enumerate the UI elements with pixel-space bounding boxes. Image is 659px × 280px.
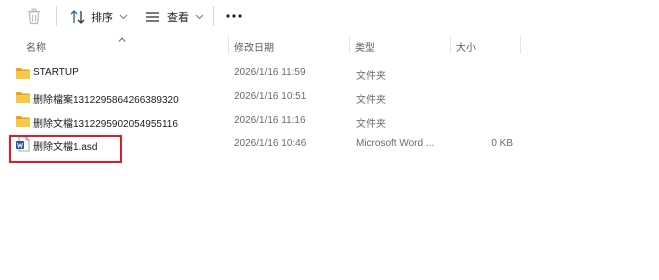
file-type: 文件夹 bbox=[356, 71, 386, 82]
file-row[interactable]: 删除文檔1312295902054955116 2026/1/16 11:16 … bbox=[0, 110, 659, 133]
file-name: 删除檔案1312295864266389320 bbox=[33, 95, 179, 106]
toolbar-separator bbox=[213, 6, 214, 26]
file-name: STARTUP bbox=[33, 67, 79, 78]
file-type: 文件夹 bbox=[356, 95, 386, 106]
view-list-icon bbox=[146, 12, 159, 22]
folder-icon bbox=[16, 92, 30, 103]
sort-arrows-icon bbox=[70, 10, 85, 24]
file-name: 删除文檔1312295902054955116 bbox=[33, 119, 178, 130]
command-bar: 排序 查看 bbox=[0, 0, 659, 34]
file-row[interactable]: STARTUP 2026/1/16 11:59 文件夹 bbox=[0, 62, 659, 85]
more-options-button[interactable] bbox=[226, 14, 242, 18]
column-header-type[interactable]: 类型 bbox=[355, 39, 375, 54]
file-modified: 2026/1/16 11:16 bbox=[234, 115, 306, 126]
column-divider[interactable] bbox=[520, 36, 521, 54]
column-header-name[interactable]: 名称 bbox=[26, 39, 46, 54]
folder-icon bbox=[16, 116, 30, 127]
column-header-row: 名称 修改日期 类型 大小 bbox=[0, 34, 659, 58]
file-modified: 2026/1/16 10:51 bbox=[234, 91, 307, 102]
delete-button[interactable] bbox=[26, 8, 42, 25]
view-label: 查看 bbox=[167, 12, 189, 24]
column-header-modified[interactable]: 修改日期 bbox=[234, 39, 274, 54]
sort-ascending-caret-icon bbox=[118, 34, 126, 45]
column-divider[interactable] bbox=[450, 36, 451, 54]
chevron-down-icon bbox=[195, 14, 204, 20]
more-icon bbox=[226, 14, 242, 18]
toolbar-separator bbox=[56, 6, 57, 26]
file-type: Microsoft Word ... bbox=[356, 138, 435, 149]
file-modified: 2026/1/16 10:46 bbox=[234, 138, 307, 149]
folder-icon bbox=[16, 68, 30, 79]
red-highlight-box bbox=[9, 135, 122, 163]
chevron-down-icon bbox=[119, 14, 128, 20]
sort-button[interactable]: 排序 bbox=[70, 9, 128, 25]
column-header-size[interactable]: 大小 bbox=[456, 39, 476, 54]
column-divider[interactable] bbox=[349, 36, 350, 54]
file-size: 0 KB bbox=[491, 138, 513, 149]
column-divider[interactable] bbox=[228, 36, 229, 54]
file-modified: 2026/1/16 11:59 bbox=[234, 67, 306, 78]
file-row[interactable]: 删除檔案1312295864266389320 2026/1/16 10:51 … bbox=[0, 86, 659, 109]
sort-label: 排序 bbox=[91, 12, 113, 24]
view-button[interactable]: 查看 bbox=[145, 9, 204, 25]
file-type: 文件夹 bbox=[356, 119, 386, 130]
trash-icon bbox=[28, 8, 40, 25]
